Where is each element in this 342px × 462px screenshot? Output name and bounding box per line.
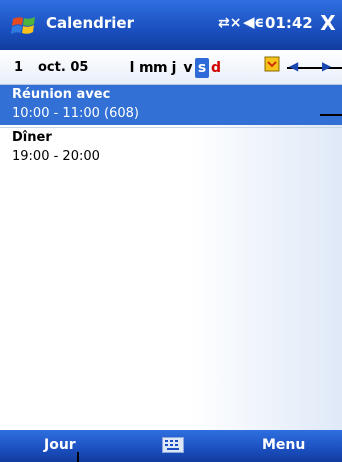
left-softkey-button[interactable]: Jour <box>44 437 76 453</box>
day-sunday[interactable]: d <box>209 58 223 78</box>
volume-icon[interactable]: ◀ϵ <box>243 13 264 31</box>
next-arrow-icon[interactable]: ▶ <box>322 59 331 73</box>
day-thursday[interactable]: j <box>167 58 181 78</box>
appointment-title: Réunion avec <box>12 87 111 102</box>
day-wednesday[interactable]: m <box>153 58 168 78</box>
title-bar: Calendrier ⇄× ◀ϵ 01:42 X <box>0 0 342 50</box>
appointment-title: Dîner <box>12 130 52 145</box>
date-month-year[interactable]: oct. 05 <box>38 60 88 75</box>
appointment-item[interactable]: Réunion avec 10:00 - 11:00 (608) <box>0 85 342 125</box>
appointment-time: 10:00 - 11:00 (608) <box>12 106 139 121</box>
previous-arrow-icon[interactable]: ◀ <box>289 59 298 73</box>
day-saturday[interactable]: s <box>195 58 209 78</box>
windows-start-icon[interactable] <box>11 13 37 39</box>
menu-button[interactable]: Menu <box>262 437 305 453</box>
app-title: Calendrier <box>46 14 134 32</box>
menu-bar: Jour Menu <box>0 430 342 462</box>
week-day-selector: l m m j v s d <box>125 58 223 78</box>
date-day-number[interactable]: 1 <box>14 60 23 75</box>
day-friday[interactable]: v <box>181 58 195 78</box>
close-button[interactable]: X <box>317 12 339 34</box>
appointment-time: 19:00 - 20:00 <box>12 149 100 164</box>
appointment-list: Réunion avec 10:00 - 11:00 (608) Dîner 1… <box>0 85 342 430</box>
appointment-item[interactable]: Dîner 19:00 - 20:00 <box>0 127 342 168</box>
today-calendar-icon[interactable] <box>262 54 282 74</box>
pointer-line <box>320 114 342 116</box>
clock[interactable]: 01:42 <box>265 14 313 32</box>
day-monday[interactable]: l <box>125 58 139 78</box>
day-tuesday[interactable]: m <box>139 58 154 78</box>
connectivity-icon[interactable]: ⇄× <box>218 15 241 31</box>
pointer-line <box>77 452 79 462</box>
keyboard-icon[interactable] <box>162 437 184 453</box>
